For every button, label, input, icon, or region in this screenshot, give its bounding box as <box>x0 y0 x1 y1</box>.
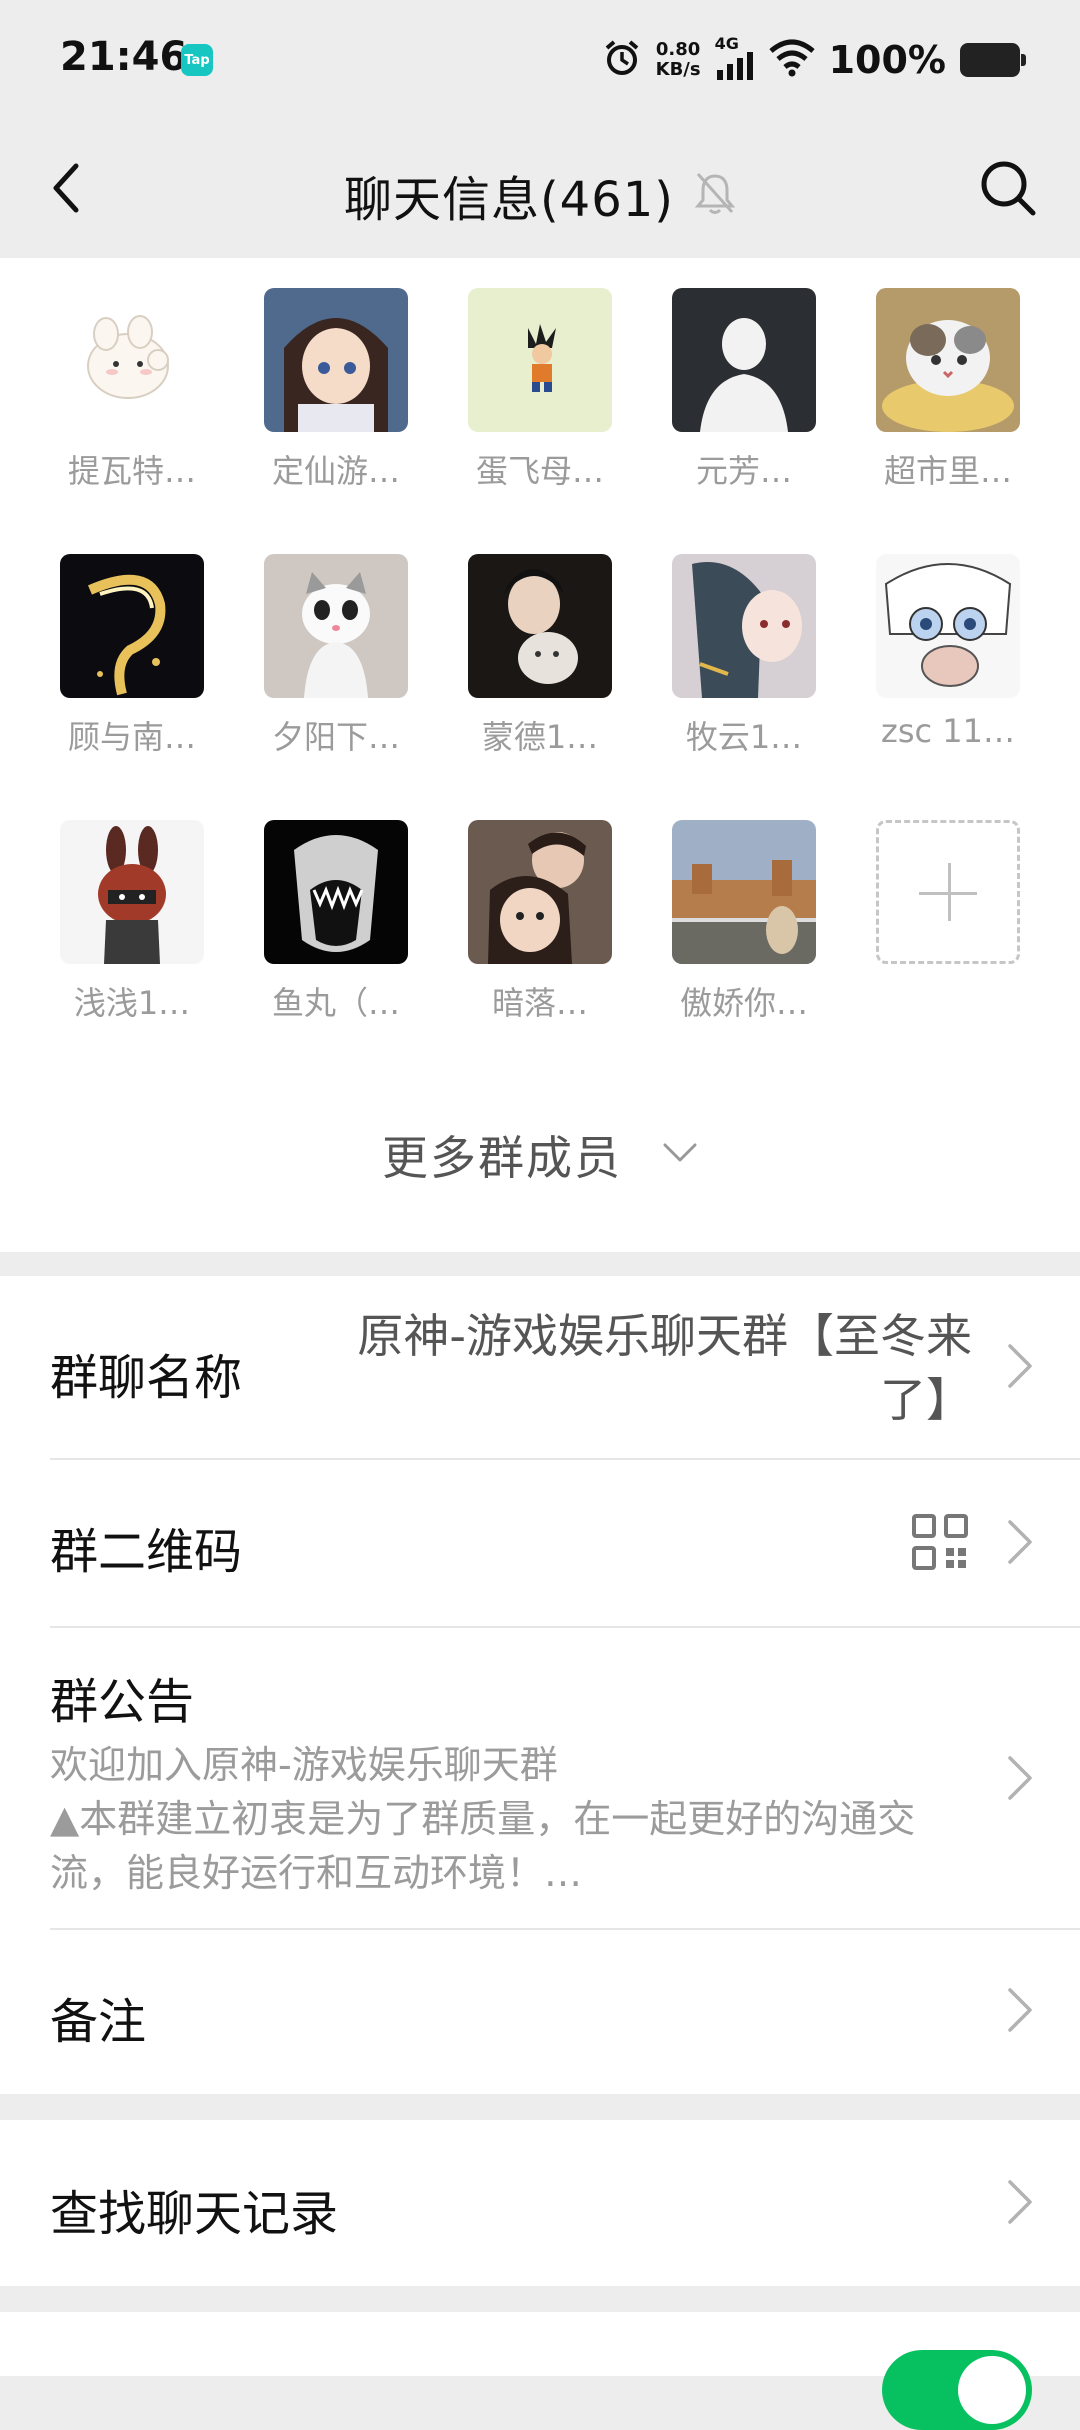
search-history-label: 查找聊天记录 <box>50 2186 339 2242</box>
status-indicators: 0.80 KB/s 4G 100% <box>602 34 1026 86</box>
network-type: 4G <box>714 34 739 53</box>
status-time: 21:46 <box>60 34 188 80</box>
mute-bell-icon <box>694 170 736 220</box>
chevron-right-icon <box>1008 1988 1032 2032</box>
member-item[interactable]: zsc 11… <box>860 554 1036 750</box>
member-item[interactable]: 元芳… <box>656 288 832 492</box>
members-section: 提瓦特… 定仙游… 蛋飞母… 元芳… 超市里… 顾与南… 夕阳下… 蒙德1… 牧… <box>0 258 1080 1252</box>
tap-app-icon: Tap <box>181 44 213 76</box>
avatar[interactable] <box>468 288 612 432</box>
member-name: 提瓦特… <box>67 452 196 490</box>
qr-code-row[interactable]: 群二维码 <box>0 1460 1080 1626</box>
member-name: 鱼丸（… <box>271 984 400 1022</box>
member-name: 傲娇你… <box>679 984 808 1022</box>
nav-bar: 聊天信息(461) <box>0 120 1080 258</box>
search-history-row[interactable]: 查找聊天记录 <box>0 2120 1080 2286</box>
member-name: 定仙游… <box>271 452 400 490</box>
toggle-switch[interactable] <box>882 2350 1032 2430</box>
add-member-item[interactable] <box>860 820 1036 964</box>
net-speed-unit: KB/s <box>655 59 701 80</box>
avatar[interactable] <box>672 820 816 964</box>
add-member-button[interactable] <box>876 820 1020 964</box>
avatar[interactable] <box>264 820 408 964</box>
member-item[interactable]: 超市里… <box>860 288 1036 492</box>
more-members-label: 更多群成员 <box>382 1131 622 1185</box>
member-item[interactable]: 夕阳下… <box>248 554 424 758</box>
member-name: 夕阳下… <box>271 718 400 756</box>
search-history-section: 查找聊天记录 <box>0 2120 1080 2286</box>
cellular-group: 4G <box>715 36 755 84</box>
group-notice-label: 群公告 <box>50 1674 195 1730</box>
member-item[interactable]: 顾与南… <box>44 554 220 758</box>
group-name-value: 原神-游戏娱乐聊天群【至冬来了】 <box>357 1309 972 1427</box>
signal-icon <box>715 52 755 84</box>
avatar[interactable] <box>468 554 612 698</box>
avatar[interactable] <box>60 820 204 964</box>
chevron-right-icon <box>1008 2180 1032 2224</box>
member-item[interactable]: 傲娇你… <box>656 820 832 1024</box>
network-speed: 0.80 KB/s <box>656 40 701 80</box>
qr-code-icon <box>912 1514 968 1574</box>
chevron-right-icon <box>1008 1756 1032 1800</box>
group-name-label: 群聊名称 <box>50 1350 243 1406</box>
avatar[interactable] <box>264 554 408 698</box>
page-title: 聊天信息(461) <box>343 172 675 228</box>
member-item[interactable]: 定仙游… <box>248 288 424 492</box>
member-name: 浅浅1… <box>73 984 191 1022</box>
avatar[interactable] <box>468 820 612 964</box>
member-name: 元芳… <box>695 452 792 490</box>
member-item[interactable]: 提瓦特… <box>44 288 220 492</box>
remark-row[interactable]: 备注 <box>0 1930 1080 2094</box>
avatar[interactable] <box>60 288 204 432</box>
nav-title-group: 聊天信息(461) <box>0 160 1080 230</box>
member-name: 牧云1… <box>685 718 803 756</box>
group-info-section: 群聊名称 原神-游戏娱乐聊天群【至冬来了】 群二维码 群公告 欢迎加入原神-游戏… <box>0 1276 1080 2094</box>
net-speed-value: 0.80 <box>655 39 701 60</box>
next-settings-section <box>0 2312 1080 2430</box>
avatar[interactable] <box>876 554 1020 698</box>
battery-icon <box>960 43 1026 77</box>
member-item[interactable]: 鱼丸（… <box>248 820 424 1024</box>
battery-percent: 100% <box>828 38 946 82</box>
chevron-right-icon <box>1008 1520 1032 1564</box>
avatar[interactable] <box>876 288 1020 432</box>
chevron-right-icon <box>1008 1344 1032 1388</box>
more-members-button[interactable]: 更多群成员 <box>0 1122 1080 1188</box>
toggle-knob <box>958 2356 1026 2424</box>
search-icon[interactable] <box>974 154 1042 222</box>
member-name: zsc 11… <box>881 712 1015 750</box>
remark-label: 备注 <box>50 1994 147 2050</box>
avatar[interactable] <box>264 288 408 432</box>
member-item[interactable]: 暗落… <box>452 820 628 1024</box>
member-name: 暗落… <box>491 984 588 1022</box>
member-name: 顾与南… <box>67 718 196 756</box>
qr-code-label: 群二维码 <box>50 1524 243 1580</box>
group-notice-row[interactable]: 群公告 欢迎加入原神-游戏娱乐聊天群 ▲本群建立初衷是为了群质量，在一起更好的沟… <box>0 1628 1080 1928</box>
member-name: 超市里… <box>883 452 1012 490</box>
avatar[interactable] <box>672 554 816 698</box>
status-bar: 21:46 Tap 0.80 KB/s 4G 100% <box>0 0 1080 120</box>
avatar[interactable] <box>672 288 816 432</box>
alarm-icon <box>602 38 642 82</box>
member-name: 蒙德1… <box>481 718 599 756</box>
chevron-down-icon <box>662 1142 698 1168</box>
member-name: 蛋飞母… <box>475 452 604 490</box>
group-notice-text: 欢迎加入原神-游戏娱乐聊天群 ▲本群建立初衷是为了群质量，在一起更好的沟通交流，… <box>50 1743 916 1895</box>
member-item[interactable]: 浅浅1… <box>44 820 220 1024</box>
avatar[interactable] <box>60 554 204 698</box>
member-item[interactable]: 蛋飞母… <box>452 288 628 492</box>
wifi-icon <box>768 39 815 81</box>
member-item[interactable]: 蒙德1… <box>452 554 628 758</box>
member-item[interactable]: 牧云1… <box>656 554 832 758</box>
group-name-row[interactable]: 群聊名称 原神-游戏娱乐聊天群【至冬来了】 <box>0 1276 1080 1458</box>
